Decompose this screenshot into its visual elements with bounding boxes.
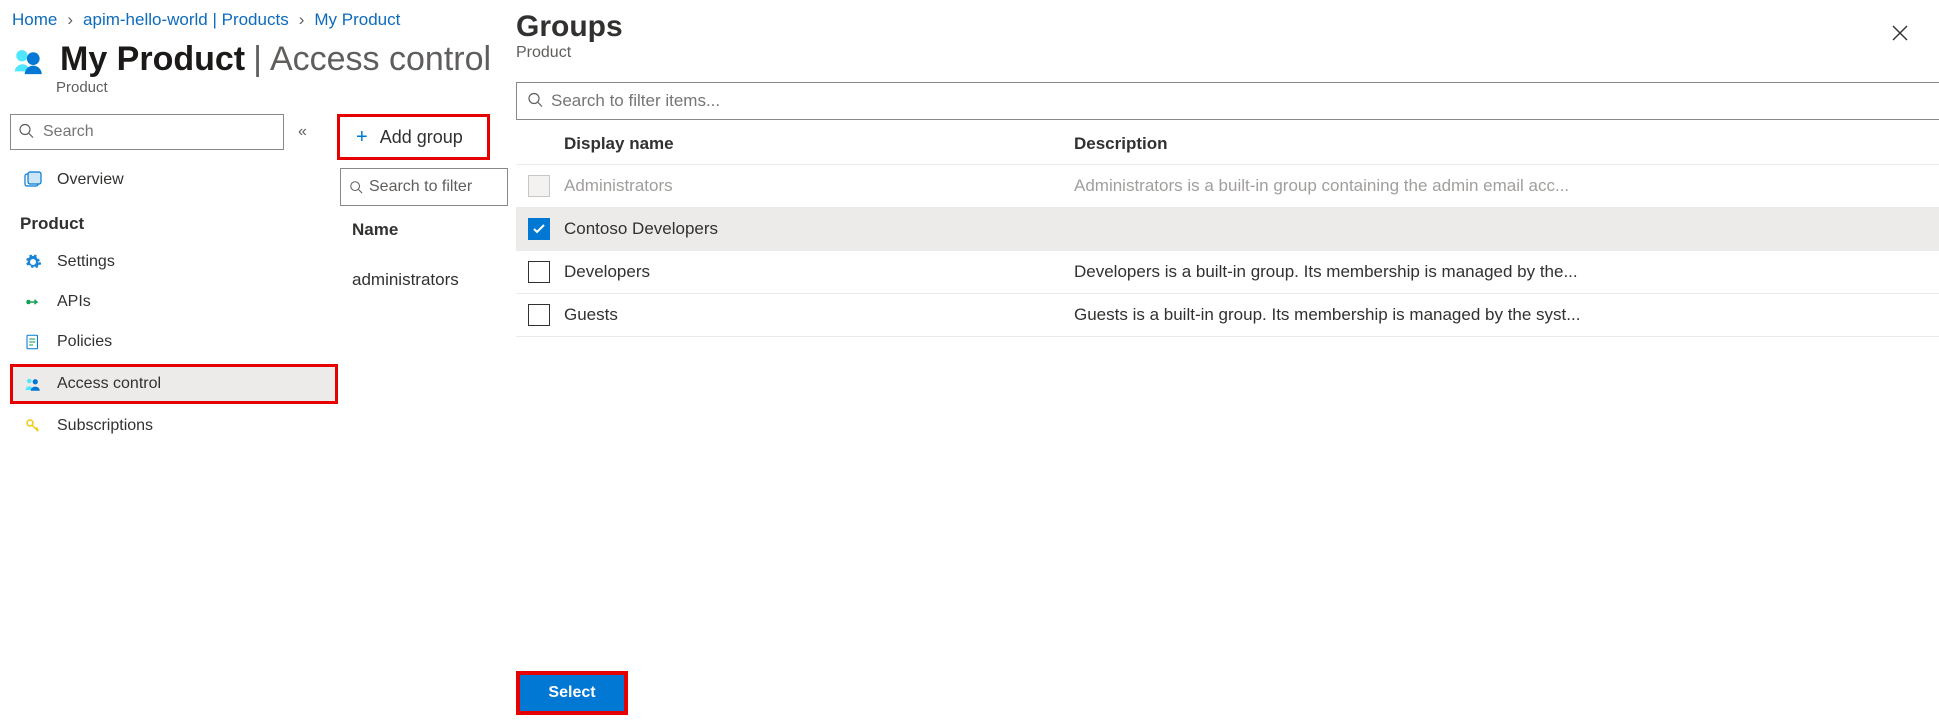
group-row-contoso-developers[interactable]: Contoso Developers (516, 208, 1939, 251)
people-icon (23, 375, 43, 393)
nav-access-control[interactable]: Access control (10, 364, 338, 404)
select-button[interactable]: Select (516, 671, 628, 715)
nav-search-input[interactable] (10, 114, 284, 150)
gear-icon (23, 253, 43, 271)
group-name: Guests (562, 305, 1074, 325)
nav-section-product: Product (10, 200, 340, 242)
table-header-name[interactable]: Name (352, 220, 398, 240)
nav-settings[interactable]: Settings (10, 242, 340, 282)
left-nav: « Overview Product Settings APIs Poli (0, 108, 340, 713)
search-icon (527, 92, 543, 111)
col-header-name[interactable]: Display name (562, 134, 1074, 154)
nav-subscriptions[interactable]: Subscriptions (10, 406, 340, 446)
panel-subtitle: Product (516, 44, 1939, 82)
content-area: + Add group Search to filter Name admini… (340, 108, 500, 713)
breadcrumb-level2[interactable]: My Product (314, 10, 400, 30)
nav-subscriptions-label: Subscriptions (57, 417, 153, 435)
nav-access-control-label: Access control (57, 375, 161, 393)
group-row-administrators: Administrators Administrators is a built… (516, 165, 1939, 208)
page-title: My Product (60, 40, 245, 79)
close-icon[interactable] (1891, 24, 1909, 45)
group-name: Contoso Developers (562, 219, 1074, 239)
add-group-label: Add group (380, 127, 463, 148)
nav-apis[interactable]: APIs (10, 282, 340, 322)
plus-icon: + (356, 126, 368, 149)
policies-icon (23, 333, 43, 351)
search-icon (18, 123, 34, 142)
checkbox[interactable] (528, 218, 550, 240)
collapse-icon[interactable]: « (298, 123, 307, 141)
group-desc: Developers is a built-in group. Its memb… (1074, 262, 1939, 282)
nav-policies[interactable]: Policies (10, 322, 340, 362)
col-header-desc[interactable]: Description (1074, 134, 1939, 154)
checkbox[interactable] (528, 261, 550, 283)
title-separator: | (253, 40, 262, 79)
breadcrumb-home[interactable]: Home (12, 10, 57, 30)
group-name: Administrators (562, 176, 1074, 196)
groups-table-header: Display name Description (516, 124, 1939, 165)
table-row[interactable]: administrators (352, 258, 459, 302)
group-desc: Guests is a built-in group. Its membersh… (1074, 305, 1939, 325)
overview-icon (23, 171, 43, 189)
filter-placeholder: Search to filter (369, 178, 472, 196)
chevron-right-icon: › (67, 10, 73, 30)
group-desc: Administrators is a built-in group conta… (1074, 176, 1939, 196)
checkbox (528, 175, 550, 197)
nav-search[interactable] (10, 114, 284, 150)
checkbox[interactable] (528, 304, 550, 326)
panel-search-input[interactable] (517, 83, 1939, 119)
groups-panel: Groups Product Display name Description … (516, 0, 1939, 725)
nav-overview[interactable]: Overview (10, 160, 340, 200)
chevron-right-icon: › (299, 10, 305, 30)
product-icon (12, 43, 46, 77)
panel-title: Groups (516, 0, 1939, 44)
key-icon (23, 417, 43, 435)
panel-search[interactable] (516, 82, 1939, 120)
nav-apis-label: APIs (57, 293, 91, 311)
apis-icon (23, 293, 43, 311)
nav-policies-label: Policies (57, 333, 112, 351)
add-group-button[interactable]: + Add group (337, 114, 490, 160)
group-row-developers[interactable]: Developers Developers is a built-in grou… (516, 251, 1939, 294)
page-subtitle-section: Access control (270, 40, 491, 79)
filter-input[interactable]: Search to filter (340, 168, 508, 206)
breadcrumb-level1[interactable]: apim-hello-world | Products (83, 10, 289, 30)
nav-overview-label: Overview (57, 171, 124, 189)
group-row-guests[interactable]: Guests Guests is a built-in group. Its m… (516, 294, 1939, 337)
nav-settings-label: Settings (57, 253, 115, 271)
group-name: Developers (562, 262, 1074, 282)
